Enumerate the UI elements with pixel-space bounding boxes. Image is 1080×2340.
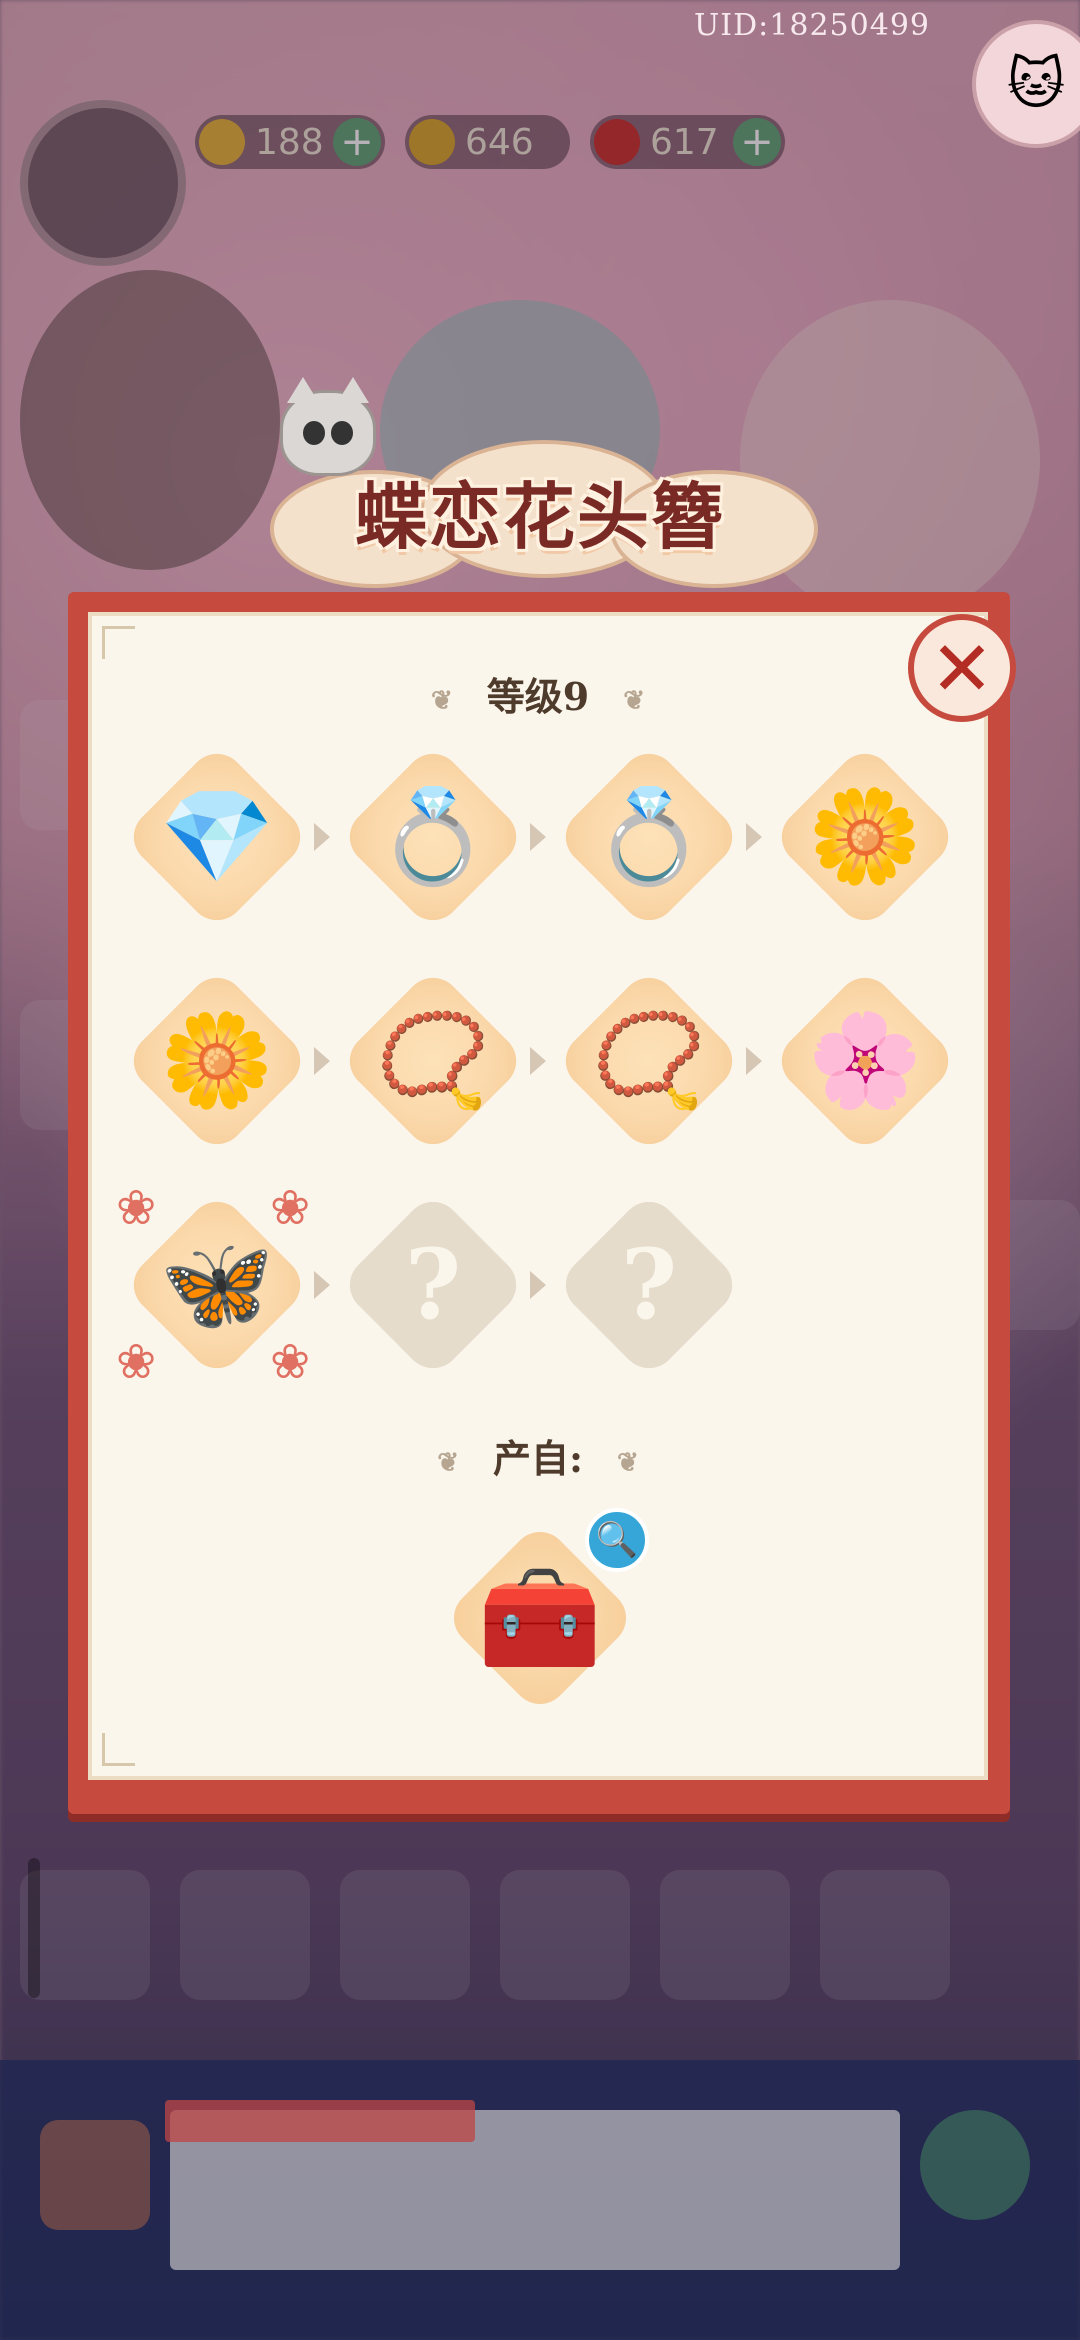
level-label: 等级9 (486, 674, 590, 719)
search-source-button[interactable]: 🔍 (585, 1508, 649, 1572)
chain-arrow-icon (314, 1047, 330, 1075)
chain-arrow-icon (746, 823, 762, 851)
level-heading: ❦ 等级9 ❦ (88, 666, 988, 721)
cat-avatar-icon: 🐱 (1006, 51, 1066, 117)
magnifier-icon: 🔍 (595, 1520, 639, 1560)
gold-ring-icon: 💍 (375, 783, 491, 890)
double-bracelet-icon: 📿 (591, 1007, 707, 1114)
chain-arrow-icon (530, 1271, 546, 1299)
locked-item-icon: ? (404, 1228, 462, 1341)
chain-arrow-icon (746, 1047, 762, 1075)
source-heading: ❦ 产自: ❦ (88, 1428, 988, 1483)
chain-arrow-icon (530, 823, 546, 851)
storage-icon[interactable] (40, 2120, 150, 2230)
chain-item-tile[interactable]: 💍 (338, 742, 528, 932)
right-ornament-icon: ❦ (617, 1447, 639, 1478)
current-item-marker-icon: ❀ (270, 1334, 311, 1390)
beaded-bracelet-icon: 📿 (375, 1007, 491, 1114)
chain-item-tile[interactable]: 💎 (122, 742, 312, 932)
flower-hairpin-icon: 🌸 (807, 1007, 923, 1114)
chain-arrow-icon (314, 1271, 330, 1299)
right-ornament-icon: ❦ (623, 685, 646, 716)
item-title: 蝶恋花头簪 (354, 474, 725, 559)
chain-arrow-icon (530, 1047, 546, 1075)
character-avatar-icon[interactable] (920, 2110, 1030, 2220)
locked-item-tile[interactable]: ? (554, 1190, 744, 1380)
blue-gem-icon: 💎 (159, 783, 275, 890)
title-banner: 蝶恋花头簪 (270, 377, 818, 588)
locked-item-tile[interactable]: ? (338, 1190, 528, 1380)
user-id: UID:18250499 (694, 8, 930, 43)
gold-flowers-icon: 🌼 (807, 783, 923, 890)
chain-item-tile[interactable]: 💍 (554, 742, 744, 932)
treasure-chest-icon: 🧰 (477, 1559, 603, 1676)
locked-item-icon: ? (620, 1228, 678, 1341)
left-ornament-icon: ❦ (430, 685, 453, 716)
chain-item-tile[interactable]: 🌸 (770, 966, 960, 1156)
flower-ring-icon: 💍 (591, 783, 707, 890)
gold-earrings-icon: 🌼 (159, 1007, 275, 1114)
chain-arrow-icon (314, 823, 330, 851)
current-item-marker-icon: ❀ (116, 1180, 157, 1236)
current-item-marker-icon: ❀ (270, 1180, 311, 1236)
chain-item-tile[interactable]: 🌼 (122, 966, 312, 1156)
chain-item-tile[interactable]: 📿 (338, 966, 528, 1156)
current-item-marker-icon: ❀ (116, 1334, 157, 1390)
hint-tag (165, 2100, 475, 2142)
left-ornament-icon: ❦ (437, 1447, 459, 1478)
scrollbar[interactable] (28, 1858, 40, 1998)
source-label: 产自: (492, 1436, 584, 1481)
butterfly-hairpin-icon: 🦋 (159, 1231, 275, 1338)
chain-item-tile[interactable]: 🌼 (770, 742, 960, 932)
chain-item-tile[interactable]: 📿 (554, 966, 744, 1156)
